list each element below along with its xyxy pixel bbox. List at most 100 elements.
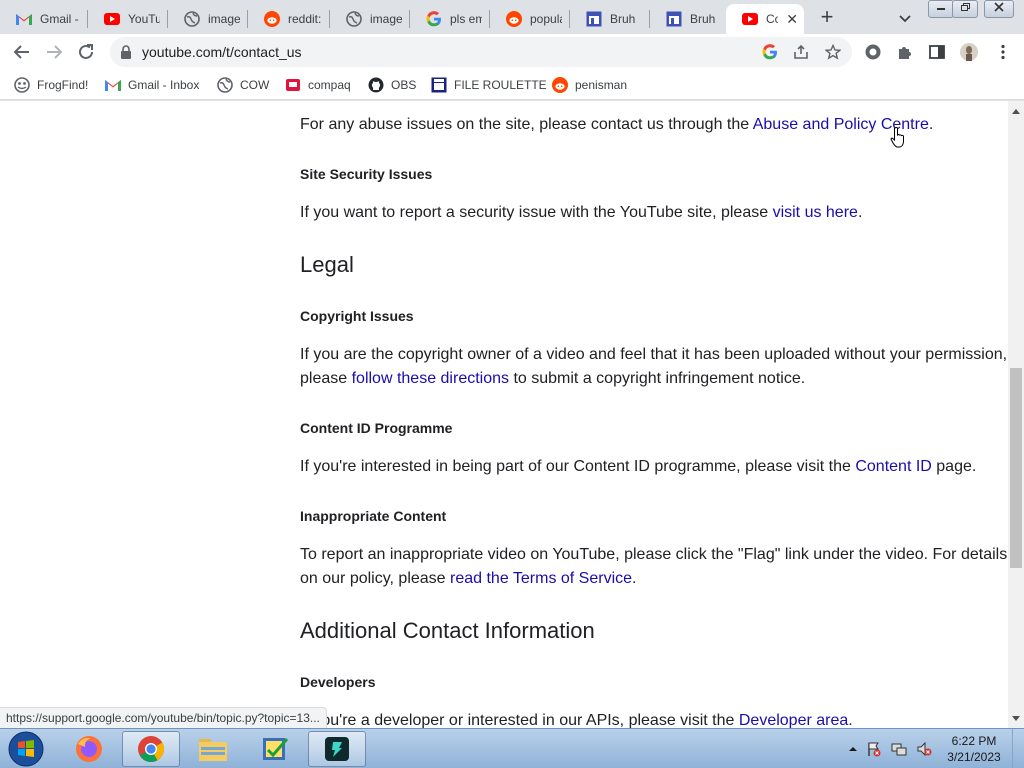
inappropriate-line-1: To report an inappropriate video on YouT… (300, 546, 1008, 563)
content-id-text: If you're interested in being part of ou… (300, 458, 856, 475)
taskbar-explorer[interactable] (184, 731, 242, 767)
inappropriate-heading: Inappropriate Content (300, 508, 447, 524)
taskbar-filmora[interactable] (308, 731, 366, 767)
follow-directions-link[interactable]: follow these directions (352, 370, 509, 387)
content-id-paragraph: If you're interested in being part of ou… (300, 455, 1008, 479)
bookmark-label: COW (240, 78, 270, 92)
taskbar-checklist-app[interactable] (246, 731, 304, 767)
visit-us-here-link[interactable]: visit us here (773, 204, 858, 221)
gmail-icon (16, 11, 32, 27)
tab-images-1[interactable]: images (168, 4, 246, 34)
tab-label: Gmail - (40, 12, 79, 26)
tab-bruh-2[interactable]: Bruh (650, 4, 726, 34)
inappropriate-line-2: on our policy, please read the Terms of … (300, 567, 1008, 591)
tab-youtube[interactable]: YouTub (88, 4, 166, 34)
tab-label: Bruh (610, 12, 636, 26)
close-icon[interactable]: ✕ (786, 11, 798, 28)
video-editor-icon (325, 737, 349, 761)
bookmark-compaq[interactable]: compaq (285, 76, 351, 94)
scrollbar-thumb[interactable] (1010, 368, 1022, 568)
content-id-heading: Content ID Programme (300, 420, 453, 436)
scroll-down-arrow-icon[interactable] (1008, 713, 1024, 725)
network-icon[interactable] (891, 741, 907, 757)
period: . (632, 570, 637, 587)
arrow-left-icon (13, 45, 29, 59)
globe-icon (184, 11, 200, 27)
inappropriate-paragraph: To report an inappropriate video on YouT… (300, 543, 1008, 591)
period: . (857, 204, 863, 221)
bookmark-label: Gmail - Inbox (128, 78, 200, 92)
scroll-up-arrow-icon[interactable] (1008, 105, 1024, 117)
bookmark-frogfind[interactable]: FrogFind! (14, 76, 88, 94)
hand-cursor-icon (890, 127, 904, 148)
vertical-scrollbar[interactable] (1008, 101, 1024, 728)
gmail-icon (105, 77, 121, 93)
extension-round-icon[interactable] (864, 43, 882, 61)
legal-heading: Legal (300, 252, 354, 277)
start-button[interactable] (4, 730, 48, 768)
action-center-flag-icon[interactable] (866, 741, 882, 757)
taskbar-clock[interactable]: 6:22 PM 3/21/2023 (940, 733, 1008, 765)
bookmark-cow[interactable]: COW (217, 76, 269, 94)
bookmark-file-roulette[interactable]: FILE ROULETTE (431, 76, 547, 94)
side-panel-icon[interactable] (928, 43, 946, 61)
close-window-button[interactable] (984, 0, 1014, 18)
reload-button[interactable] (72, 38, 100, 66)
bookmark-penisman[interactable]: penisman (552, 76, 627, 94)
chevron-down-icon[interactable] (895, 8, 915, 28)
folder-icon (199, 739, 227, 761)
tab-reddit[interactable]: reddit: (248, 4, 328, 34)
link-status-bubble: https://support.google.com/youtube/bin/t… (0, 707, 327, 728)
taskbar-chrome[interactable] (122, 731, 180, 767)
tray-expand-icon[interactable] (845, 741, 861, 757)
content-id-link[interactable]: Content ID (855, 458, 931, 475)
security-text: If you want to report a security issue w… (300, 204, 773, 221)
windows-taskbar: 6:22 PM 3/21/2023 (0, 728, 1024, 768)
checkmark-app-icon (263, 738, 289, 760)
tab-label: Bruh (690, 12, 716, 26)
show-desktop-button[interactable] (1012, 729, 1024, 768)
tab-bruh-1[interactable]: Bruh (570, 4, 648, 34)
developers-text: If you're a developer or interested in o… (300, 712, 739, 728)
tab-label: reddit: (288, 12, 322, 26)
security-heading: Site Security Issues (300, 166, 433, 182)
star-icon[interactable] (824, 43, 842, 61)
terms-of-service-link[interactable]: read the Terms of Service (450, 570, 632, 587)
github-icon (368, 77, 384, 93)
volume-muted-icon[interactable] (916, 741, 932, 757)
tab-contact-us-active[interactable]: Cor ✕ (726, 4, 804, 34)
minimize-button[interactable] (928, 0, 954, 18)
forward-button[interactable] (40, 38, 68, 66)
kebab-menu-icon[interactable] (994, 43, 1012, 61)
google-lens-icon[interactable] (761, 43, 779, 61)
period: . (848, 712, 853, 728)
share-icon[interactable] (792, 43, 810, 61)
puzzle-icon[interactable] (896, 43, 914, 61)
window-icon (586, 11, 602, 27)
tab-images-2[interactable]: images (330, 4, 408, 34)
tab-gmail[interactable]: Gmail - (0, 4, 86, 34)
developers-paragraph: If you're a developer or interested in o… (300, 709, 1008, 728)
developer-area-link[interactable]: Developer area (739, 712, 848, 728)
tab-strip: Gmail - YouTub images reddit: images pls… (0, 0, 1024, 34)
restore-button[interactable] (952, 0, 978, 18)
tab-label: images (208, 12, 240, 26)
file-roulette-icon (431, 77, 447, 93)
bookmark-label: FILE ROULETTE (454, 78, 547, 92)
profile-avatar-icon[interactable] (960, 43, 978, 61)
frog-icon (14, 77, 30, 93)
taskbar-firefox[interactable] (60, 731, 118, 767)
address-bar[interactable]: youtube.com/t/contact_us (110, 37, 852, 67)
tab-reddit-popular[interactable]: popula (490, 4, 568, 34)
copyright-text: to submit a copyright infringement notic… (509, 370, 806, 387)
new-tab-button[interactable]: + (814, 6, 840, 30)
bookmark-gmail-inbox[interactable]: Gmail - Inbox (105, 76, 199, 94)
developers-heading: Developers (300, 674, 376, 690)
youtube-icon (742, 11, 758, 27)
bookmark-obs[interactable]: OBS (368, 76, 416, 94)
compaq-icon (285, 77, 301, 93)
tab-google-search[interactable]: pls emc (410, 4, 488, 34)
back-button[interactable] (8, 38, 36, 66)
security-paragraph: If you want to report a security issue w… (300, 201, 1008, 225)
reddit-icon (264, 11, 280, 27)
